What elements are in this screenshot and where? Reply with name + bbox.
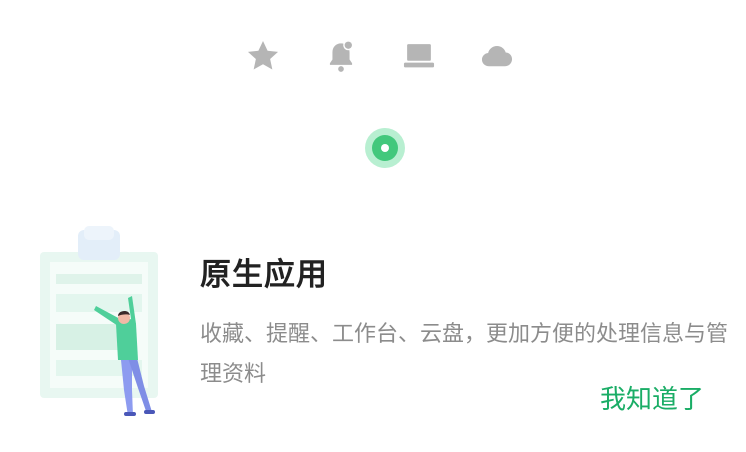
got-it-button[interactable]: 我知道了 <box>600 380 704 420</box>
feature-title: 原生应用 <box>200 257 328 293</box>
star-icon[interactable] <box>243 36 283 76</box>
cloud-icon[interactable] <box>477 36 517 76</box>
step-indicator-dot <box>381 144 389 152</box>
feature-icons-row <box>0 36 746 76</box>
step-indicator <box>365 128 405 168</box>
clipboard-person-illustration <box>36 222 170 418</box>
feature-intro-screen: 原生应用 收藏、提醒、工作台、云盘，更加方便的处理信息与管理资料 我知道了 <box>0 0 746 452</box>
step-indicator-ring <box>372 135 398 161</box>
laptop-icon[interactable] <box>399 36 439 76</box>
bell-icon[interactable] <box>321 36 361 76</box>
